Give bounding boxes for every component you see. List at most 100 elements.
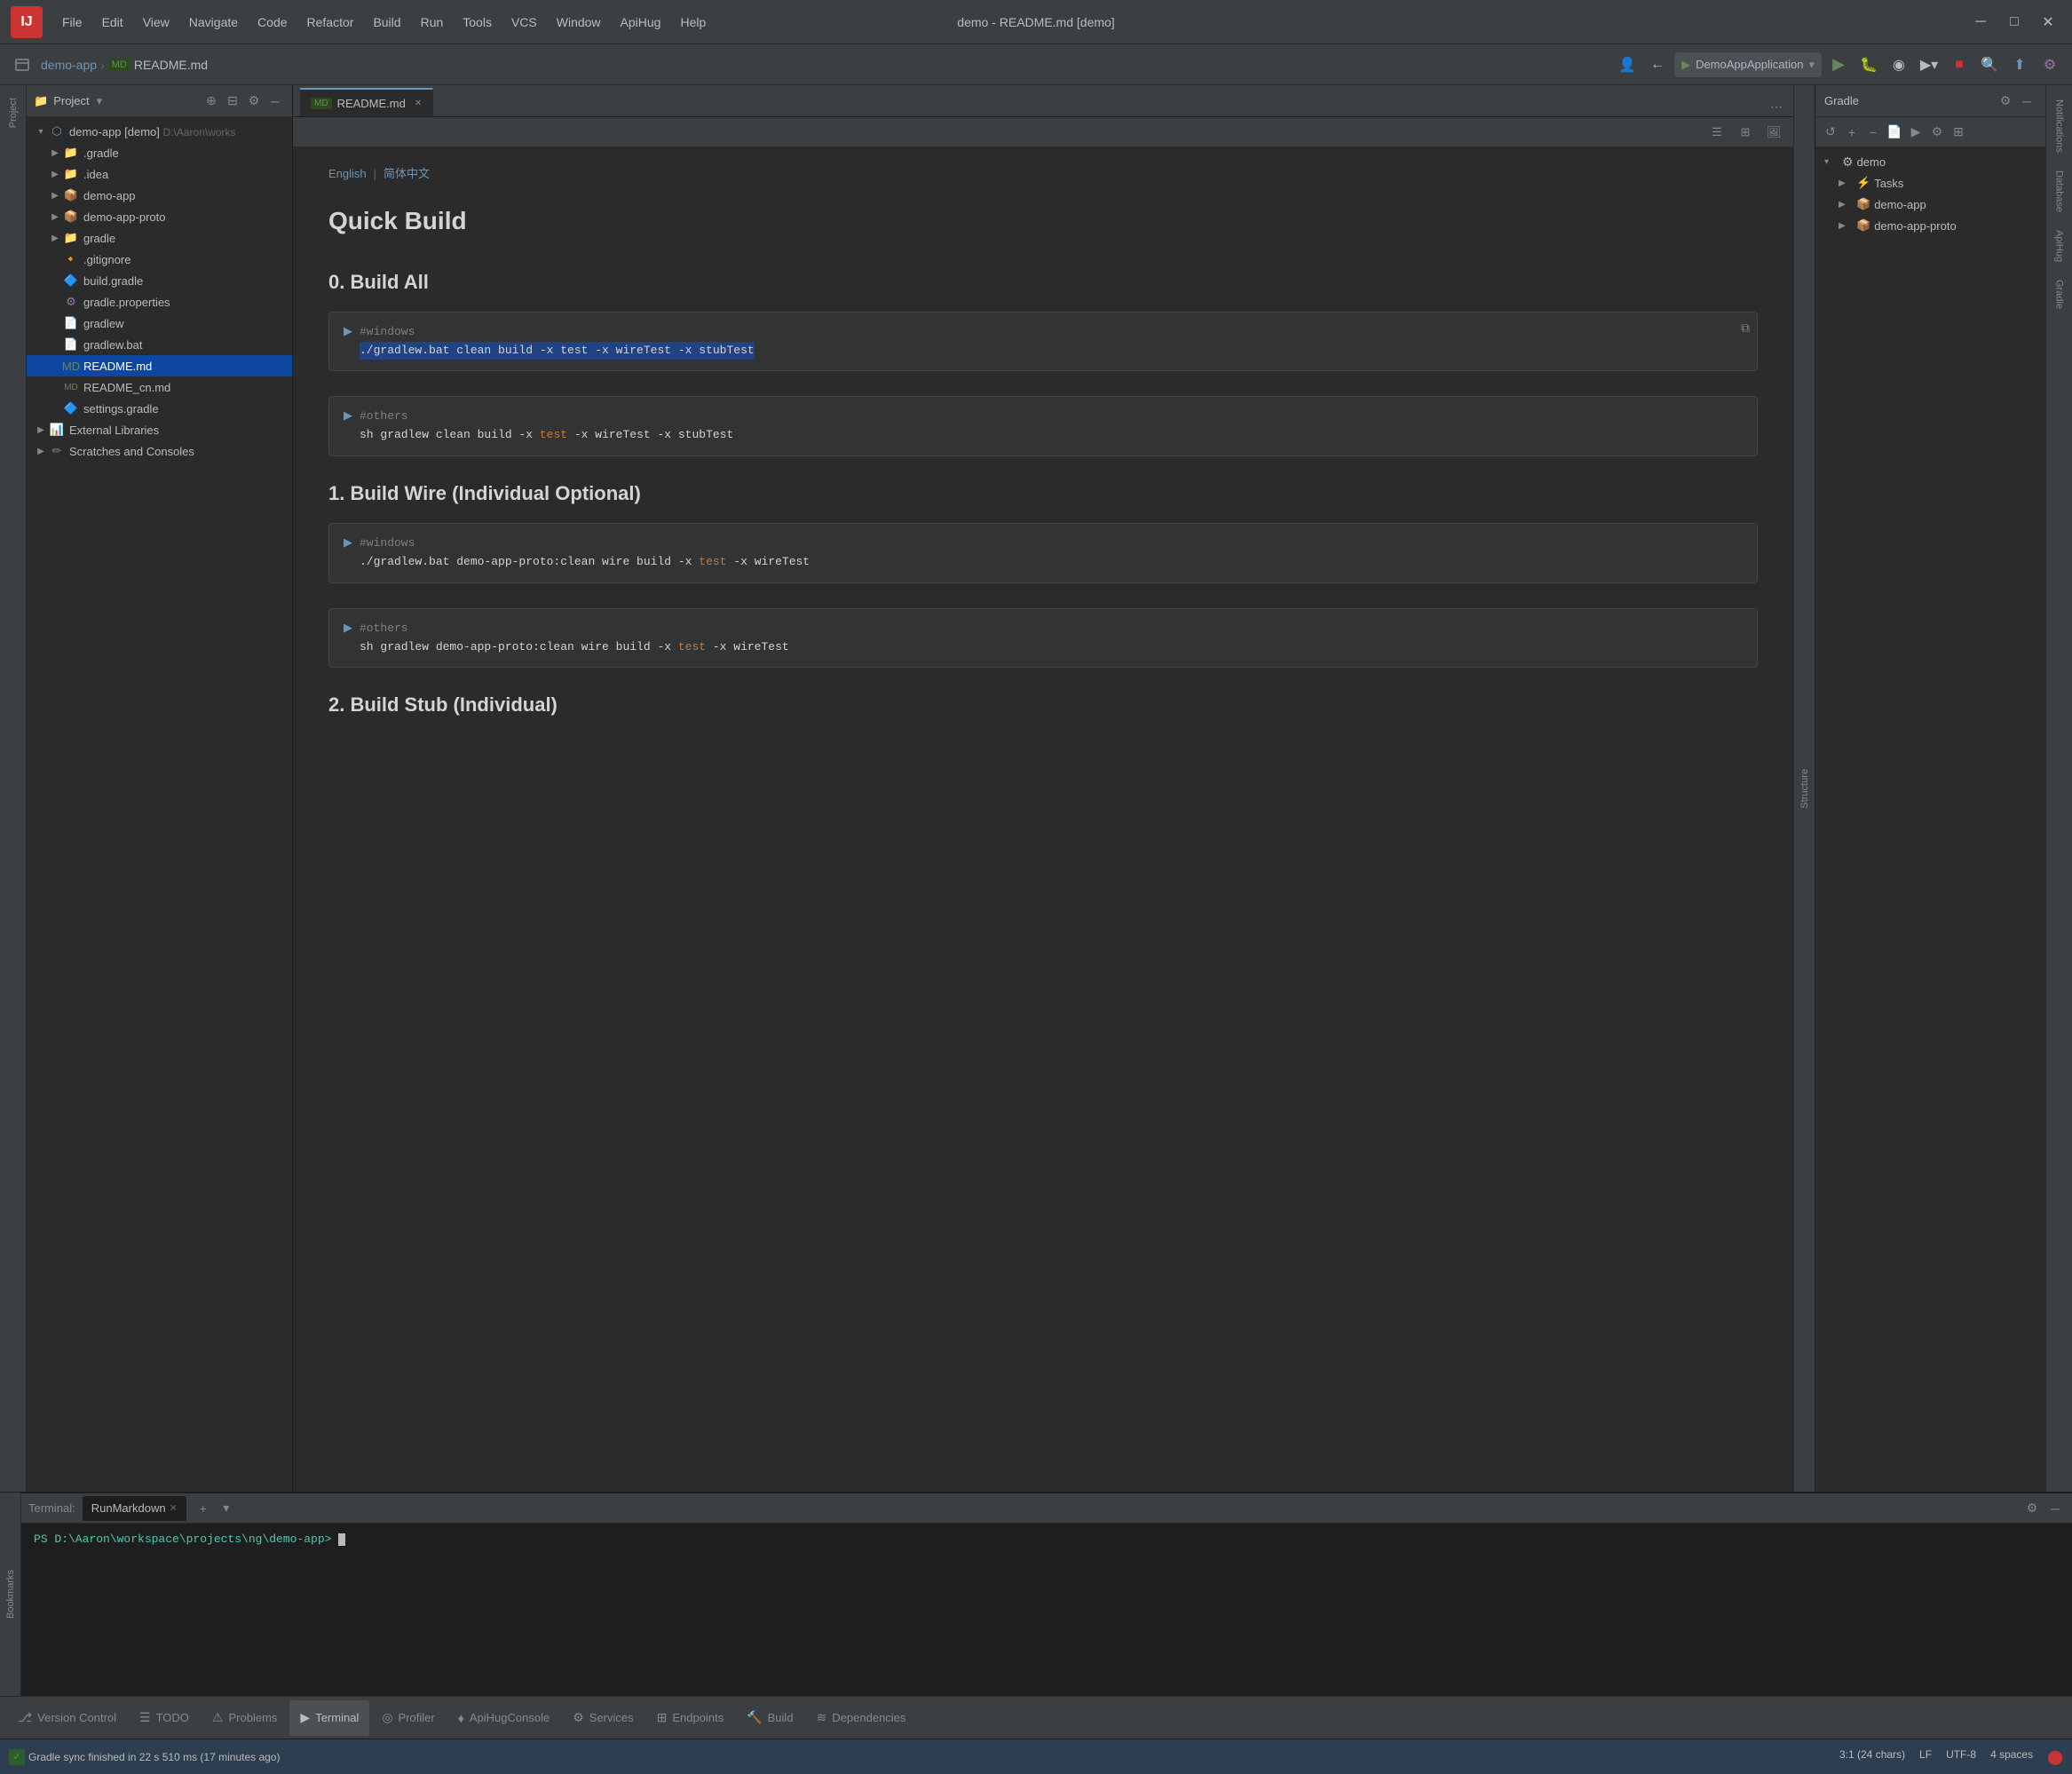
breadcrumb-project[interactable]: demo-app — [41, 58, 97, 72]
new-terminal-icon[interactable]: + — [194, 1499, 213, 1518]
menu-navigate[interactable]: Navigate — [180, 12, 247, 33]
status-position[interactable]: 3:1 (24 chars) — [1839, 1748, 1905, 1766]
terminal-tab-close[interactable]: ✕ — [170, 1502, 178, 1514]
menu-file[interactable]: File — [53, 12, 91, 33]
project-dropdown-icon[interactable]: ▾ — [97, 94, 103, 108]
gradle-settings-icon[interactable]: ⚙ — [1996, 91, 2015, 111]
menu-vcs[interactable]: VCS — [502, 12, 546, 33]
project-strip-label[interactable]: Project — [6, 92, 20, 133]
lang-chinese[interactable]: 简体中文 — [384, 165, 430, 184]
bottom-tab-terminal[interactable]: ▶ Terminal — [289, 1700, 369, 1736]
tree-item-readme-cn[interactable]: MD README_cn.md — [27, 376, 292, 398]
tree-item-scratches[interactable]: ▶ ✏ Scratches and Consoles — [27, 440, 292, 462]
gradle-item-demo-app[interactable]: ▶ 📦 demo-app — [1815, 194, 2045, 215]
back-icon[interactable]: ← — [1644, 51, 1671, 78]
menu-edit[interactable]: Edit — [93, 12, 132, 33]
tree-item-gradle-dir[interactable]: ▶ 📁 .gradle — [27, 142, 292, 163]
status-indent[interactable]: 4 spaces — [1990, 1748, 2033, 1766]
panel-settings-icon[interactable]: ⚙ — [244, 91, 264, 111]
status-encoding[interactable]: UTF-8 — [1946, 1748, 1976, 1766]
terminal-content[interactable]: PS D:\Aaron\workspace\projects\ng\demo-a… — [21, 1524, 2072, 1696]
status-line-ending[interactable]: LF — [1919, 1748, 1932, 1766]
menu-apihug[interactable]: ApiHug — [612, 12, 670, 33]
tree-item-demo-app-proto[interactable]: ▶ 📦 demo-app-proto — [27, 206, 292, 227]
editor-content[interactable]: English | 简体中文 Quick Build 0. Build All … — [293, 147, 1793, 1492]
tree-item-readme[interactable]: MD README.md — [27, 355, 292, 376]
gradle-item-demo[interactable]: ▾ ⚙ demo — [1815, 151, 2045, 172]
editor-more-icon[interactable]: ⋯ — [1767, 97, 1786, 116]
terminal-settings-icon[interactable]: ⚙ — [2022, 1499, 2042, 1518]
gradle-expand-icon[interactable]: ⊞ — [1949, 123, 1968, 142]
menu-refactor[interactable]: Refactor — [298, 12, 363, 33]
close-button[interactable]: ✕ — [2035, 9, 2061, 36]
tree-item-demo-app[interactable]: ▶ 📦 demo-app — [27, 185, 292, 206]
bottom-tab-build[interactable]: 🔨 Build — [736, 1700, 803, 1736]
gradle-run-icon[interactable]: ▶ — [1906, 123, 1926, 142]
notifications-label[interactable]: Notifications — [2052, 92, 2067, 160]
ide-button[interactable]: ⚙ — [2036, 51, 2063, 78]
terminal-dropdown-icon[interactable]: ▾ — [217, 1499, 236, 1518]
search-button[interactable]: 🔍 — [1976, 51, 2003, 78]
gradle-refresh-icon[interactable]: ↺ — [1821, 123, 1840, 142]
terminal-tab-runmarkdown[interactable]: RunMarkdown ✕ — [83, 1496, 186, 1521]
collapse-all-icon[interactable]: ⊟ — [223, 91, 242, 111]
tree-item-gitignore[interactable]: 🔸 .gitignore — [27, 249, 292, 270]
apihug-label[interactable]: ApiHug — [2052, 223, 2067, 269]
menu-window[interactable]: Window — [548, 12, 610, 33]
bottom-tab-apihugconsole[interactable]: ♦ ApiHugConsole — [447, 1700, 561, 1736]
bottom-tab-endpoints[interactable]: ⊞ Endpoints — [646, 1700, 735, 1736]
gradle-debug-icon[interactable]: ⚙ — [1927, 123, 1947, 142]
tree-item-gradlew[interactable]: 📄 gradlew — [27, 313, 292, 334]
copy-icon-0[interactable]: ⧉ — [1741, 320, 1750, 339]
bottom-tab-todo[interactable]: ☰ TODO — [129, 1700, 200, 1736]
bottom-tab-dependencies[interactable]: ≋ Dependencies — [806, 1700, 917, 1736]
locate-file-icon[interactable]: ⊕ — [202, 91, 221, 111]
bottom-tab-version-control[interactable]: ⎇ Version Control — [7, 1700, 127, 1736]
tree-item-idea[interactable]: ▶ 📁 .idea — [27, 163, 292, 185]
tree-item-gradlew-bat[interactable]: 📄 gradlew.bat — [27, 334, 292, 355]
gradle-item-demo-app-proto[interactable]: ▶ 📦 demo-app-proto — [1815, 215, 2045, 236]
bottom-tab-services[interactable]: ⚙ Services — [562, 1700, 644, 1736]
breadcrumb-file[interactable]: README.md — [134, 58, 208, 72]
tree-item-external-libs[interactable]: ▶ 📊 External Libraries — [27, 419, 292, 440]
tree-item-settings-gradle[interactable]: 🔷 settings.gradle — [27, 398, 292, 419]
gradle-item-tasks[interactable]: ▶ ⚡ Tasks — [1815, 172, 2045, 194]
lang-english[interactable]: English — [328, 165, 367, 184]
view-list-icon[interactable]: ☰ — [1704, 121, 1729, 144]
tree-item-gradle-folder[interactable]: ▶ 📁 gradle — [27, 227, 292, 249]
bottom-tab-problems[interactable]: ⚠ Problems — [202, 1700, 288, 1736]
database-label[interactable]: Database — [2052, 163, 2067, 219]
user-icon[interactable]: 👤 — [1614, 51, 1641, 78]
structure-label[interactable]: Structure — [1799, 769, 1810, 809]
maximize-button[interactable]: □ — [2001, 9, 2028, 36]
update-button[interactable]: ⬆ — [2006, 51, 2033, 78]
view-split-icon[interactable]: ⊞ — [1733, 121, 1758, 144]
gradle-remove-icon[interactable]: − — [1863, 123, 1883, 142]
run-config-selector[interactable]: ▶ DemoAppApplication ▾ — [1674, 52, 1822, 77]
menu-tools[interactable]: Tools — [454, 12, 501, 33]
menu-build[interactable]: Build — [364, 12, 409, 33]
terminal-minimize-icon[interactable]: ─ — [2045, 1499, 2065, 1518]
view-preview-icon[interactable]: 🖼 — [1761, 121, 1786, 144]
gradle-script-icon[interactable]: 📄 — [1885, 123, 1904, 142]
tree-root[interactable]: ▾ ⬡ demo-app [demo] D:\Aaron\works — [27, 121, 292, 142]
menu-view[interactable]: View — [134, 12, 178, 33]
coverage-button[interactable]: ◉ — [1886, 51, 1912, 78]
tab-close-icon[interactable]: ✕ — [415, 99, 422, 108]
more-run-button[interactable]: ▶▾ — [1916, 51, 1942, 78]
bookmarks-label[interactable]: Bookmarks — [5, 1570, 16, 1619]
menu-help[interactable]: Help — [671, 12, 715, 33]
panel-minimize-icon[interactable]: ─ — [265, 91, 285, 111]
menu-code[interactable]: Code — [249, 12, 296, 33]
gradle-add-icon[interactable]: + — [1842, 123, 1862, 142]
debug-button[interactable]: 🐛 — [1855, 51, 1882, 78]
editor-tab-readme[interactable]: MD README.md ✕ — [300, 88, 433, 116]
menu-run[interactable]: Run — [412, 12, 453, 33]
gradle-minimize-icon[interactable]: ─ — [2017, 91, 2036, 111]
minimize-button[interactable]: ─ — [1967, 9, 1994, 36]
gradle-label[interactable]: Gradle — [2052, 273, 2067, 316]
tree-item-gradle-properties[interactable]: ⚙ gradle.properties — [27, 291, 292, 313]
run-button[interactable]: ▶ — [1825, 51, 1852, 78]
tree-item-build-gradle[interactable]: 🔷 build.gradle — [27, 270, 292, 291]
stop-button[interactable]: ■ — [1946, 51, 1973, 78]
